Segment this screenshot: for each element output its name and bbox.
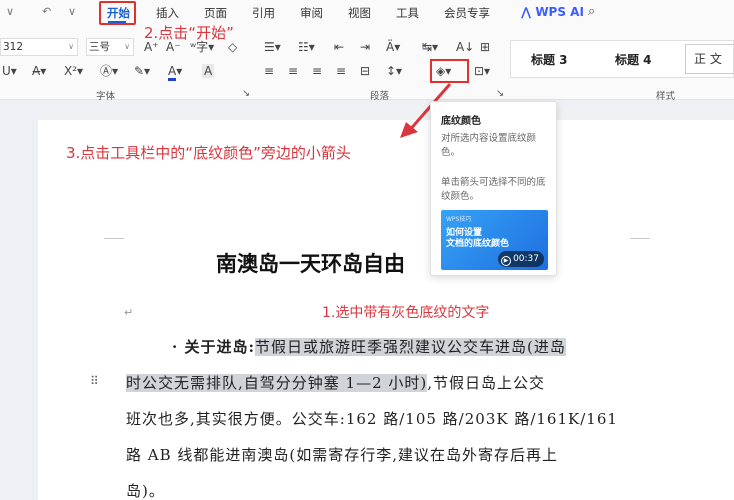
annotation-step3: 3.点击工具栏中的“底纹颜色”旁边的小箭头 xyxy=(66,144,351,162)
tooltip-desc-2: 单击箭头可选择不同的底纹颜色。 xyxy=(441,177,546,202)
margin-mark xyxy=(104,238,124,239)
search-icon[interactable]: ⌕ xyxy=(588,4,595,19)
line-wrap-icon[interactable]: ↹▾ xyxy=(422,40,438,54)
tab-review[interactable]: 审阅 xyxy=(300,5,323,21)
tab-member[interactable]: 会员专享 xyxy=(444,5,490,21)
margin-mark xyxy=(630,238,650,239)
doc-line-1: · 关于进岛:节假日或旅游旺季强烈建议公交车进岛(进岛 xyxy=(172,336,566,357)
style-body[interactable]: 正 文 xyxy=(685,44,734,74)
paragraph-group-expand-icon[interactable]: ↘ xyxy=(496,88,504,99)
align-right-icon[interactable]: ≡ xyxy=(312,64,322,78)
line-spacing-icon[interactable]: ↕▾ xyxy=(386,64,402,78)
border-icon[interactable]: ⊡▾ xyxy=(474,64,490,78)
distributed-icon[interactable]: ⊟ xyxy=(360,64,370,78)
text-effect-icon[interactable]: Ⓐ▾ xyxy=(100,64,118,78)
video-duration-badge[interactable]: ▶ 00:37 xyxy=(498,251,544,267)
superscript-icon[interactable]: X²▾ xyxy=(64,64,83,78)
style-heading-3[interactable]: 标题 3 xyxy=(531,51,568,68)
indent-icon[interactable]: ⇥ xyxy=(360,40,370,54)
document-title: 南澳岛一天环岛自由 xyxy=(216,251,405,276)
doc-line-5: 岛)。 xyxy=(126,482,165,500)
font-size-value: 312 xyxy=(3,41,24,53)
video-title-line1: 如何设置 xyxy=(446,228,483,238)
undo-icon[interactable]: ↶ xyxy=(42,5,51,18)
shading-color-tooltip: 底纹颜色 对所选内容设置底纹颜色。 单击箭头可选择不同的底纹颜色。 WPS技巧 … xyxy=(430,101,557,276)
bullet-list-icon[interactable]: ☰▾ xyxy=(264,40,281,54)
start-tab-highlight-box xyxy=(99,1,136,25)
strikethrough-icon[interactable]: A̶▾ xyxy=(32,64,46,78)
chevron-down-icon[interactable]: ∨ xyxy=(6,5,14,18)
underline-dropdown-icon[interactable]: U▾ xyxy=(2,64,17,78)
tab-tools[interactable]: 工具 xyxy=(396,5,419,21)
font-group-expand-icon[interactable]: ↘ xyxy=(242,88,250,99)
doc-line-3: 班次也多,其实很方便。公交车:162 路/105 路/203K 路/161K/1… xyxy=(126,410,618,428)
wps-ai-label: WPS AI xyxy=(535,5,584,19)
align-center-icon[interactable]: ≡ xyxy=(288,64,298,78)
drag-handle-icon[interactable]: ⠿ xyxy=(90,374,99,388)
tab-page[interactable]: 页面 xyxy=(204,5,227,21)
tab-insert[interactable]: 插入 xyxy=(156,5,179,21)
video-title: 如何设置 文档的底纹颜色 xyxy=(446,228,509,250)
chevron-down-icon[interactable]: ∨ xyxy=(68,5,76,18)
char-shading-icon[interactable]: A xyxy=(202,64,215,78)
table-icon[interactable]: ⊞ xyxy=(480,40,490,54)
numbered-list-icon[interactable]: ☷▾ xyxy=(298,40,315,54)
highlight-icon[interactable]: ✎▾ xyxy=(134,64,150,78)
doc-line1-prefix: · 关于进岛: xyxy=(172,338,255,356)
sort-icon[interactable]: A↓ xyxy=(456,40,474,54)
annotation-step1: 1.选中带有灰色底纹的文字 xyxy=(322,305,490,321)
ribbon-toolbar: 312 ∨ 三号 ∨ A⁺ A⁻ ʷ字▾ ◇ ☰▾ ☷▾ ⇤ ⇥ Ä▾ ↹▾ A↓ … xyxy=(0,26,734,102)
video-duration: 00:37 xyxy=(513,254,539,264)
play-icon: ▶ xyxy=(501,256,512,266)
chevron-down-icon: ∨ xyxy=(124,42,130,51)
paragraph-mark-icon: ↵ xyxy=(124,306,134,319)
tooltip-desc-1: 对所选内容设置底纹颜色。 xyxy=(441,133,537,158)
style-heading-4[interactable]: 标题 4 xyxy=(615,51,652,68)
align-left-icon[interactable]: ≡ xyxy=(264,64,274,78)
style-gallery: 标题 3 标题 4 正 文 xyxy=(510,40,734,78)
video-title-line2: 文档的底纹颜色 xyxy=(446,239,510,249)
wps-ai-button[interactable]: ⋀ WPS AI xyxy=(521,5,584,19)
tooltip-video-thumbnail[interactable]: WPS技巧 如何设置 文档的底纹颜色 ▶ 00:37 xyxy=(441,210,548,270)
outdent-icon[interactable]: ⇤ xyxy=(334,40,344,54)
font-color-icon[interactable]: A▾ xyxy=(168,64,182,81)
doc-line2-highlight: 时公交无需排队,自驾分分钟塞 1—2 小时) xyxy=(126,374,428,392)
doc-line-4: 路 AB 线都能进南澳岛(如需寄存行李,建议在岛外寄存后再上 xyxy=(126,446,559,464)
font-size-combo[interactable]: 312 ∨ xyxy=(0,38,78,56)
paragraph-size-combo[interactable]: 三号 ∨ xyxy=(86,38,134,56)
paragraph-size-value: 三号 xyxy=(89,41,110,53)
doc-line1-highlight: 节假日或旅游旺季强烈建议公交车进岛(进岛 xyxy=(254,338,566,356)
annotation-step2: 2.点击“开始” xyxy=(144,24,234,42)
doc-line2-rest: ,节假日岛上公交 xyxy=(427,374,546,392)
tab-reference[interactable]: 引用 xyxy=(252,5,275,21)
doc-line-2: 时公交无需排队,自驾分分钟塞 1—2 小时),节假日岛上公交 xyxy=(126,372,545,393)
tooltip-title: 底纹颜色 xyxy=(441,116,481,127)
text-direction-icon[interactable]: Ä▾ xyxy=(386,40,400,54)
chevron-down-icon: ∨ xyxy=(68,42,74,51)
justify-icon[interactable]: ≡ xyxy=(336,64,346,78)
tab-view[interactable]: 视图 xyxy=(348,5,371,21)
video-brand: WPS技巧 xyxy=(446,216,472,223)
wps-ai-logo-icon: ⋀ xyxy=(521,5,532,19)
